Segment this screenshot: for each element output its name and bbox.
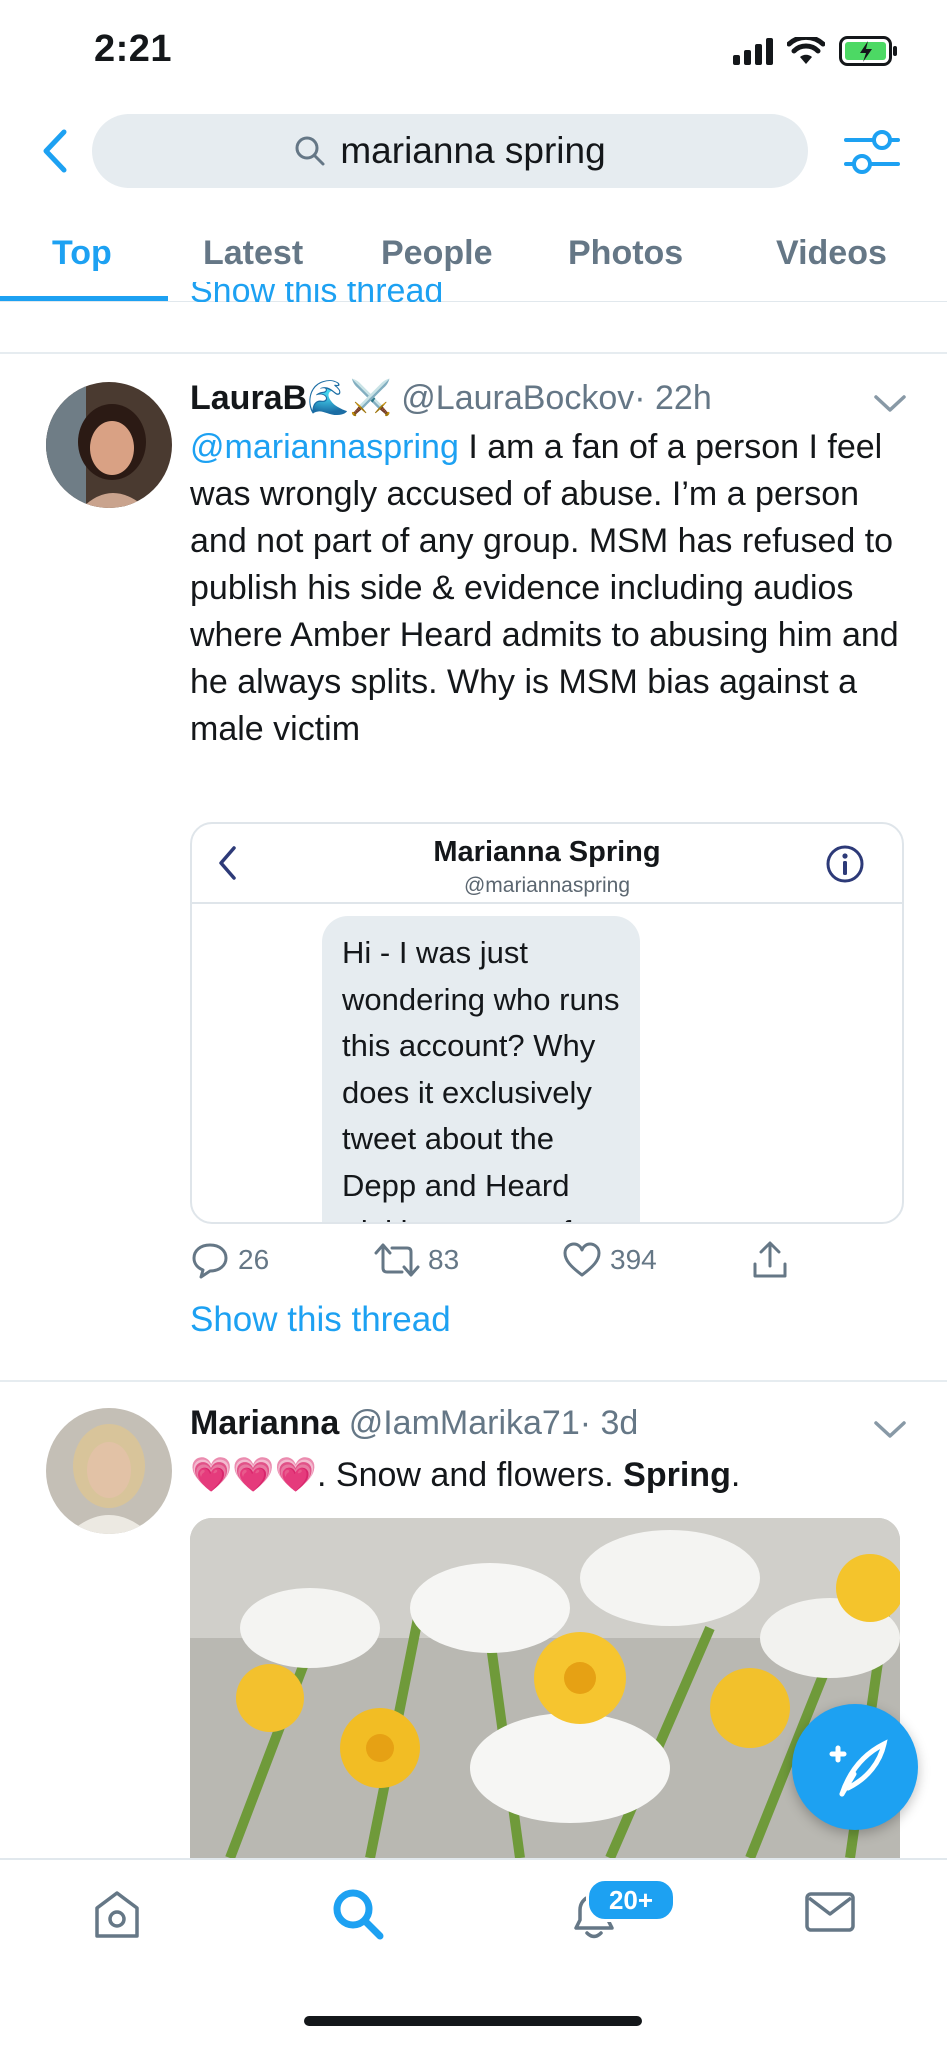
compose-tweet-button[interactable] <box>792 1704 918 1830</box>
tweet-divider <box>0 352 947 354</box>
tweet-author-name[interactable]: LauraB🌊⚔️ <box>190 379 392 417</box>
back-chevron-icon[interactable] <box>36 126 72 176</box>
tweet-time: · 22h <box>634 379 712 417</box>
avatar[interactable] <box>46 1408 172 1534</box>
status-time: 2:21 <box>94 28 173 70</box>
embedded-image[interactable]: Marianna Spring @mariannaspring Hi - I w… <box>190 822 904 1224</box>
search-tabs: Top Latest People Photos Videos <box>0 220 947 302</box>
emoji-hearts: 💗💗💗 <box>190 1456 318 1494</box>
home-indicator <box>304 2016 642 2026</box>
retweet-button[interactable]: 83 <box>374 1240 459 1280</box>
battery-charging-icon <box>839 36 897 66</box>
wifi-icon <box>787 37 825 64</box>
share-button[interactable] <box>750 1240 790 1280</box>
filter-settings-icon[interactable] <box>842 126 902 178</box>
tweet-time: · 3d <box>579 1404 639 1442</box>
show-thread-link-clipped[interactable]: Show this thread <box>190 282 443 302</box>
retweet-count: 83 <box>428 1244 460 1275</box>
tweet-author-handle[interactable]: @IamMarika71 <box>349 1404 580 1442</box>
tweet-body-end: . <box>730 1456 741 1494</box>
tweet-body: I am a fan of a person I feel was wrongl… <box>190 428 899 748</box>
avatar[interactable] <box>46 382 172 508</box>
messages-icon[interactable] <box>804 1890 856 1934</box>
tweet-text: 💗💗💗. Snow and flowers. Spring. <box>190 1452 900 1499</box>
search-tab-icon[interactable] <box>330 1886 386 1942</box>
mention-link[interactable]: @mariannaspring <box>190 428 459 466</box>
tweet-text: @mariannaspring I am a fan of a person I… <box>190 424 900 753</box>
tab-people[interactable]: People <box>381 234 492 273</box>
reply-icon <box>192 1243 228 1279</box>
dm-contact-name: Marianna Spring <box>433 836 661 868</box>
like-count: 394 <box>610 1244 657 1275</box>
heart-icon <box>563 1242 601 1277</box>
home-icon[interactable] <box>92 1888 142 1940</box>
chevron-down-icon[interactable] <box>872 392 908 416</box>
reply-button[interactable]: 26 <box>190 1240 269 1280</box>
dm-message-bubble: Hi - I was just wondering who runs this … <box>322 916 640 1222</box>
tab-latest[interactable]: Latest <box>203 234 303 273</box>
tab-photos[interactable]: Photos <box>568 234 683 273</box>
retweet-icon <box>374 1243 420 1277</box>
chevron-down-icon[interactable] <box>872 1418 908 1442</box>
notifications-badge: 20+ <box>586 1878 676 1922</box>
tab-top[interactable]: Top <box>52 234 112 273</box>
share-icon <box>753 1241 787 1278</box>
show-thread-link[interactable]: Show this thread <box>190 1300 451 1340</box>
search-icon <box>295 136 325 166</box>
search-input[interactable]: marianna spring <box>92 114 808 188</box>
search-query: marianna spring <box>340 130 606 171</box>
tweet-bold-term: Spring <box>623 1456 731 1494</box>
tweet-actions: 26 83 394 <box>0 1240 947 1284</box>
status-icons <box>733 36 899 66</box>
compose-icon <box>829 1739 888 1797</box>
tweet-author-handle[interactable]: @LauraBockov <box>401 379 634 417</box>
tweet-body: . Snow and flowers. <box>317 1456 624 1494</box>
dm-header: Marianna Spring @mariannaspring <box>192 824 902 904</box>
info-icon <box>826 845 864 883</box>
cellular-signal-icon <box>733 37 773 65</box>
tabs-divider <box>0 301 947 302</box>
tweet-divider <box>0 1380 947 1382</box>
reply-count: 26 <box>238 1244 270 1275</box>
tweet-header: Marianna @IamMarika71· 3d <box>190 1404 638 1443</box>
tab-videos[interactable]: Videos <box>776 234 887 273</box>
tweet-author-name[interactable]: Marianna <box>190 1404 339 1442</box>
tweet-header: LauraB🌊⚔️ @LauraBockov· 22h <box>190 378 712 418</box>
like-button[interactable]: 394 <box>562 1240 657 1280</box>
dm-contact-handle: @mariannaspring <box>463 874 631 897</box>
